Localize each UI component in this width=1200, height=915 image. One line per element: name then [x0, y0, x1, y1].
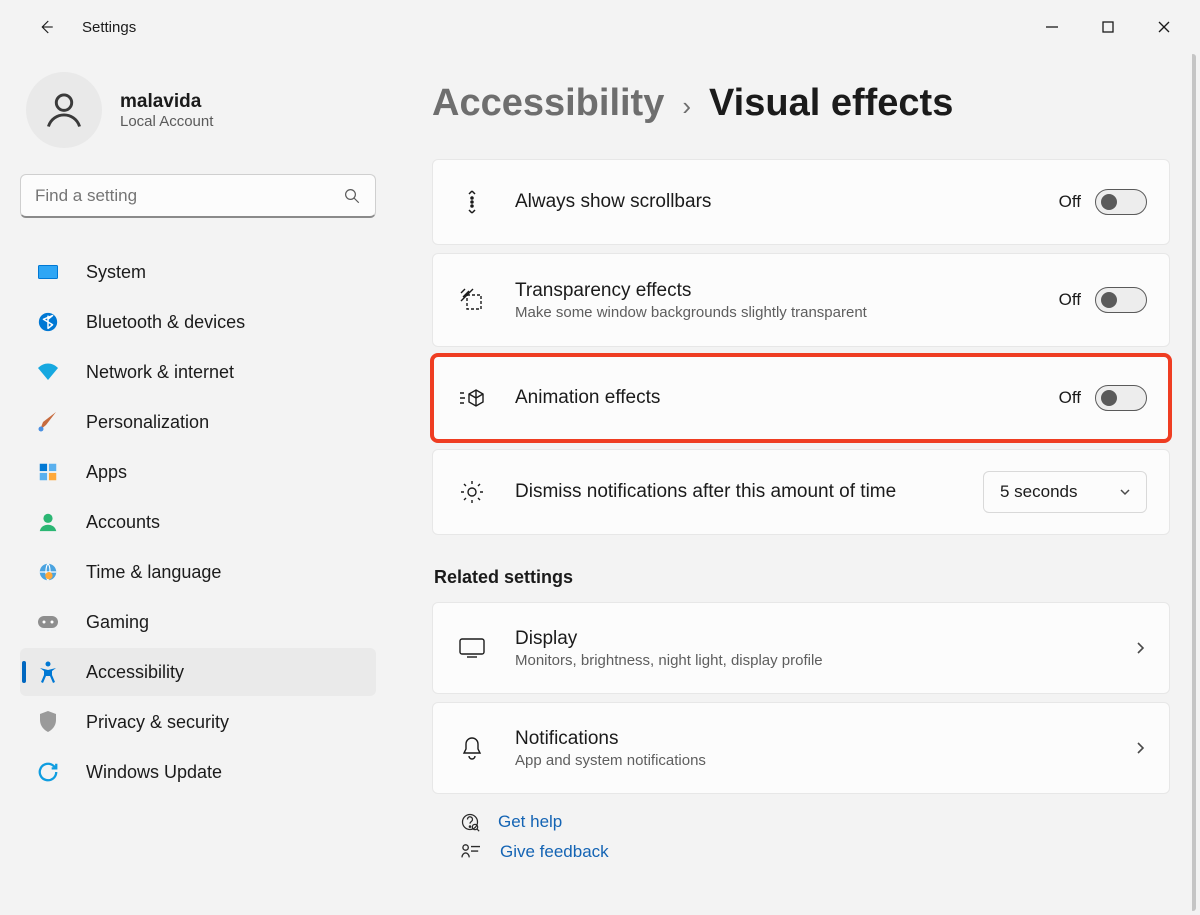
breadcrumb-parent[interactable]: Accessibility [432, 82, 664, 125]
avatar [26, 72, 102, 148]
nav-item-accounts[interactable]: Accounts [20, 498, 376, 546]
system-icon [34, 258, 62, 286]
nav-label-gaming: Gaming [86, 612, 149, 633]
page-title: Visual effects [709, 82, 953, 125]
setting-transparency-title: Transparency effects [515, 280, 1059, 302]
nav-item-bluetooth[interactable]: Bluetooth & devices [20, 298, 376, 346]
nav-item-gaming[interactable]: Gaming [20, 598, 376, 646]
transparency-icon [455, 287, 489, 313]
bluetooth-icon [34, 308, 62, 336]
related-notifications-sub: App and system notifications [515, 752, 1133, 769]
user-account-type: Local Account [120, 113, 213, 130]
setting-scrollbars[interactable]: Always show scrollbars Off [432, 159, 1170, 245]
globe-icon [34, 558, 62, 586]
display-icon [455, 637, 489, 659]
search-box[interactable] [20, 174, 376, 218]
nav: System Bluetooth & devices Network & int… [20, 248, 376, 796]
setting-transparency-toggle[interactable] [1095, 287, 1147, 313]
related-notifications[interactable]: Notifications App and system notificatio… [432, 702, 1170, 794]
close-button[interactable] [1136, 7, 1192, 47]
setting-dismiss-select[interactable]: 5 seconds [983, 471, 1147, 513]
app-title: Settings [82, 19, 1024, 36]
chevron-right-icon: › [682, 91, 691, 122]
titlebar: Settings [0, 0, 1200, 54]
nav-item-network[interactable]: Network & internet [20, 348, 376, 396]
nav-item-personalization[interactable]: Personalization [20, 398, 376, 446]
nav-label-privacy: Privacy & security [86, 712, 229, 733]
nav-label-update: Windows Update [86, 762, 222, 783]
search-icon [343, 187, 361, 205]
account-icon [34, 508, 62, 536]
help-icon [460, 812, 480, 832]
chevron-right-icon [1133, 641, 1147, 655]
related-heading: Related settings [434, 567, 1170, 588]
nav-item-time[interactable]: Time & language [20, 548, 376, 596]
window-controls [1024, 7, 1192, 47]
nav-item-privacy[interactable]: Privacy & security [20, 698, 376, 746]
update-icon [34, 758, 62, 786]
search-input[interactable] [35, 186, 343, 206]
related-display-sub: Monitors, brightness, night light, displ… [515, 652, 1133, 669]
nav-label-network: Network & internet [86, 362, 234, 383]
get-help-label: Get help [498, 812, 562, 832]
nav-item-update[interactable]: Windows Update [20, 748, 376, 796]
nav-label-accessibility: Accessibility [86, 662, 184, 683]
setting-dismiss-value: 5 seconds [1000, 482, 1078, 502]
setting-transparency-sub: Make some window backgrounds slightly tr… [515, 304, 1059, 321]
maximize-button[interactable] [1080, 7, 1136, 47]
setting-animation-title: Animation effects [515, 387, 1059, 409]
nav-item-system[interactable]: System [20, 248, 376, 296]
related-display[interactable]: Display Monitors, brightness, night ligh… [432, 602, 1170, 694]
setting-scrollbars-title: Always show scrollbars [515, 191, 1059, 213]
setting-animation[interactable]: Animation effects Off [432, 355, 1170, 441]
shield-icon [34, 708, 62, 736]
content: Accessibility › Visual effects Always sh… [396, 54, 1200, 915]
bell-icon [455, 735, 489, 761]
setting-dismiss[interactable]: Dismiss notifications after this amount … [432, 449, 1170, 535]
nav-label-apps: Apps [86, 462, 127, 483]
animation-icon [455, 387, 489, 409]
setting-dismiss-title: Dismiss notifications after this amount … [515, 481, 983, 503]
setting-transparency[interactable]: Transparency effects Make some window ba… [432, 253, 1170, 347]
minimize-button[interactable] [1024, 7, 1080, 47]
nav-label-time: Time & language [86, 562, 221, 583]
nav-label-personalization: Personalization [86, 412, 209, 433]
brightness-icon [455, 479, 489, 505]
setting-animation-state: Off [1059, 388, 1081, 408]
setting-scrollbars-toggle[interactable] [1095, 189, 1147, 215]
feedback-icon [460, 843, 482, 861]
scrollbar-icon [455, 189, 489, 215]
feedback-link[interactable]: Give feedback [432, 838, 1170, 868]
chevron-right-icon [1133, 741, 1147, 755]
breadcrumb: Accessibility › Visual effects [432, 82, 1170, 125]
user-block[interactable]: malavida Local Account [26, 72, 376, 148]
sidebar: malavida Local Account System [0, 54, 396, 915]
setting-animation-toggle[interactable] [1095, 385, 1147, 411]
apps-icon [34, 458, 62, 486]
related-display-title: Display [515, 628, 1133, 650]
get-help-link[interactable]: Get help [432, 802, 1170, 838]
nav-label-system: System [86, 262, 146, 283]
scrollbar[interactable] [1190, 54, 1196, 911]
nav-item-apps[interactable]: Apps [20, 448, 376, 496]
accessibility-icon [34, 658, 62, 686]
nav-label-accounts: Accounts [86, 512, 160, 533]
user-name: malavida [120, 91, 213, 113]
chevron-down-icon [1118, 485, 1132, 499]
related-notifications-title: Notifications [515, 728, 1133, 750]
nav-item-accessibility[interactable]: Accessibility [20, 648, 376, 696]
gamepad-icon [34, 608, 62, 636]
wifi-icon [34, 358, 62, 386]
feedback-label: Give feedback [500, 842, 609, 862]
nav-label-bluetooth: Bluetooth & devices [86, 312, 245, 333]
back-button[interactable] [26, 7, 66, 47]
brush-icon [34, 408, 62, 436]
setting-scrollbars-state: Off [1059, 192, 1081, 212]
setting-transparency-state: Off [1059, 290, 1081, 310]
